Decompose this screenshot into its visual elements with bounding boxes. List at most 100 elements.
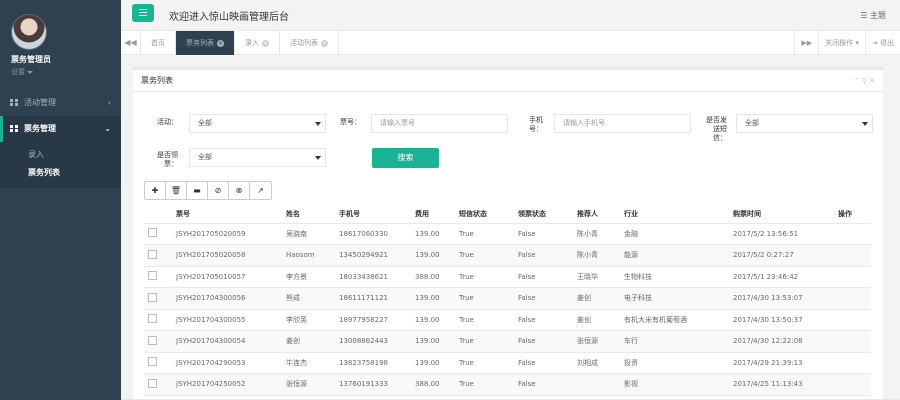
table-row[interactable]: JSYH201705010057 李方景 18033438621 388.00 True… (144, 266, 871, 288)
table-cell-phone: 13823758198 (337, 352, 413, 374)
menu-line (139, 9, 147, 10)
column-header-phone: 手机号 (337, 205, 413, 224)
sms-label-line: 是否发 (706, 116, 727, 124)
table-cell-collect-status: False (516, 266, 575, 288)
ticket-number-input[interactable]: 请输入票号 (371, 114, 508, 133)
sms-sent-select[interactable]: 全部 (736, 114, 873, 133)
welcome-title: 欢迎进入惊山映画管理后台 (169, 12, 289, 23)
table-cell-fee: 139.00 (413, 330, 457, 353)
row-checkbox[interactable] (148, 314, 157, 324)
table-row[interactable]: JSYH201705020059 吴骁南 18617060330 139.00 True… (144, 223, 871, 245)
table-cell-industry: 生物科技 (622, 266, 731, 288)
close-icon[interactable]: × (321, 39, 328, 47)
tab-label: 首页 (151, 39, 165, 47)
tabs-scroll-left-button[interactable]: ◀◀ (121, 31, 141, 55)
sidebar-item-activity-management[interactable]: 活动管理 ‹ (0, 90, 121, 116)
column-header-name: 姓名 (284, 205, 337, 224)
activity-select-value: 全部 (198, 119, 212, 127)
x-circle-icon: ⊗ (235, 186, 243, 195)
column-header-fee: 费用 (413, 205, 457, 224)
caret-down-icon (862, 122, 868, 126)
table-cell-actions (836, 330, 871, 353)
table-cell-industry: 有机大米有机葡萄酒 (622, 309, 731, 331)
top-bar: 欢迎进入惊山映画管理后台 ☰ 主题 (121, 0, 900, 31)
table-cell-sms-status: True (457, 352, 516, 374)
menu-line (139, 12, 147, 13)
table-row[interactable]: JSYH201704300056 熊成 18611171121 139.00 True F… (144, 287, 871, 310)
row-checkbox[interactable] (148, 271, 157, 281)
table-cell-ticket-number: JSYH201705020059 (174, 223, 284, 245)
bars-icon: ☰ (860, 11, 870, 20)
table-cell-fee: 139.00 (413, 287, 457, 310)
table-row[interactable]: JSYH201704290053 牛连杰 13823758198 139.00 True… (144, 352, 871, 374)
export-button[interactable]: ↗ (250, 182, 271, 199)
logout-icon: ⇥ (871, 39, 880, 47)
theme-button[interactable]: ☰ 主题 (860, 10, 886, 21)
logout-button[interactable]: ⇥ 退出 (864, 31, 900, 55)
phone-input[interactable]: 请输入手机号 (554, 114, 691, 133)
cancel-button[interactable]: ⊗ (229, 182, 250, 199)
table-cell-ticket-number: JSYH201705020058 (174, 244, 284, 267)
sidebar-item-ticket-management[interactable]: 票务管理 ⌄ (0, 116, 121, 142)
sms-label-line: 送短 (713, 125, 727, 133)
close-icon[interactable]: × (217, 39, 224, 47)
row-checkbox[interactable] (148, 357, 157, 367)
table-cell-fee: 139.00 (413, 244, 457, 267)
table-row[interactable]: JSYH201704250052 张恒源 13760191333 388.00 True… (144, 373, 871, 396)
sms-button[interactable]: ▬ (187, 182, 208, 199)
ticket-collected-select[interactable]: 全部 (189, 148, 326, 167)
close-operations-dropdown[interactable]: 关闭操作 ▾ (818, 31, 865, 55)
user-settings-label: 设置 (11, 68, 25, 76)
add-button[interactable]: ✚ (145, 182, 166, 199)
table-cell-name: 熊成 (284, 287, 337, 310)
table-cell-industry: 电子科技 (622, 287, 731, 310)
delete-button[interactable]: 🗑 (166, 182, 187, 199)
table-cell-purchase-time: 2017/5/2 13:56:51 (731, 223, 836, 245)
search-button[interactable]: 搜索 (372, 148, 439, 168)
table-row[interactable]: JSYH201705020058 Haosom 13450294921 139.00 T… (144, 244, 871, 267)
phone-label-line: 手机 (529, 116, 543, 124)
tabs-actions: ▶▶ 关闭操作 ▾ ⇥ 退出 (794, 31, 900, 55)
sidebar-subitem-ticket-list[interactable]: 票务列表 (0, 164, 121, 182)
double-chevron-left-icon: ◀◀ (124, 38, 137, 47)
ticket-table: 票号 姓名 手机号 费用 短信状态 领票状态 推荐人 行业 购票时间 操作 JSYH2017050… (144, 205, 871, 396)
table-cell-name: 姜创 (284, 330, 337, 353)
grid-icon (10, 125, 18, 132)
tabs-scroll-right-button[interactable]: ▶▶ (794, 31, 818, 55)
activity-select[interactable]: 全部 (189, 114, 326, 133)
row-checkbox[interactable] (148, 228, 157, 238)
tab-home[interactable]: 首页 (141, 31, 176, 55)
table-row[interactable]: JSYH201704300054 姜创 13008862443 139.00 True F… (144, 330, 871, 353)
table-cell-referrer: 张恒源 (575, 330, 622, 353)
tabs-bar: ◀◀ 首页 票务列表 × 录入 × 活动列表 × ▶▶ 关闭操作 ▾ ⇥ 退出 (121, 31, 900, 55)
table-cell-purchase-time: 2017/5/2 0:27:27 (731, 244, 836, 267)
table-cell-ticket-number: JSYH201704250052 (174, 373, 284, 396)
tab-activity-list[interactable]: 活动列表 × (280, 31, 339, 55)
avatar[interactable] (11, 14, 47, 50)
table-cell-fee: 388.00 (413, 266, 457, 288)
tab-ticket-list[interactable]: 票务列表 × (176, 31, 235, 55)
row-checkbox[interactable] (148, 292, 157, 302)
table-cell-phone: 18617060330 (337, 223, 413, 245)
sidebar-subitem-entry[interactable]: 录入 (0, 146, 121, 164)
table-cell-industry: 能源 (622, 244, 731, 267)
menu-toggle-button[interactable] (132, 4, 154, 22)
table-cell-actions (836, 244, 871, 267)
table-cell-phone: 13760191333 (337, 373, 413, 396)
table-cell-sms-status: True (457, 266, 516, 288)
table-cell-actions (836, 309, 871, 331)
user-settings-dropdown[interactable]: 设置 (11, 67, 121, 77)
table-cell-industry: 影视 (622, 373, 731, 396)
row-checkbox[interactable] (148, 335, 157, 345)
table-cell-collect-status: False (516, 330, 575, 353)
table-cell-collect-status: False (516, 309, 575, 331)
table-cell-referrer: 陈小青 (575, 244, 622, 267)
activity-label: 活动： (157, 118, 178, 126)
table-row[interactable]: JSYH201704300055 李欣英 18977958227 139.00 True… (144, 309, 871, 331)
row-checkbox[interactable] (148, 378, 157, 388)
close-icon[interactable]: × (262, 39, 269, 47)
confirm-button[interactable]: ⊘ (208, 182, 229, 199)
tab-entry[interactable]: 录入 × (235, 31, 280, 55)
panel-tools[interactable]: ⌃ ⚲ ✕ (854, 70, 875, 92)
row-checkbox[interactable] (148, 249, 157, 259)
